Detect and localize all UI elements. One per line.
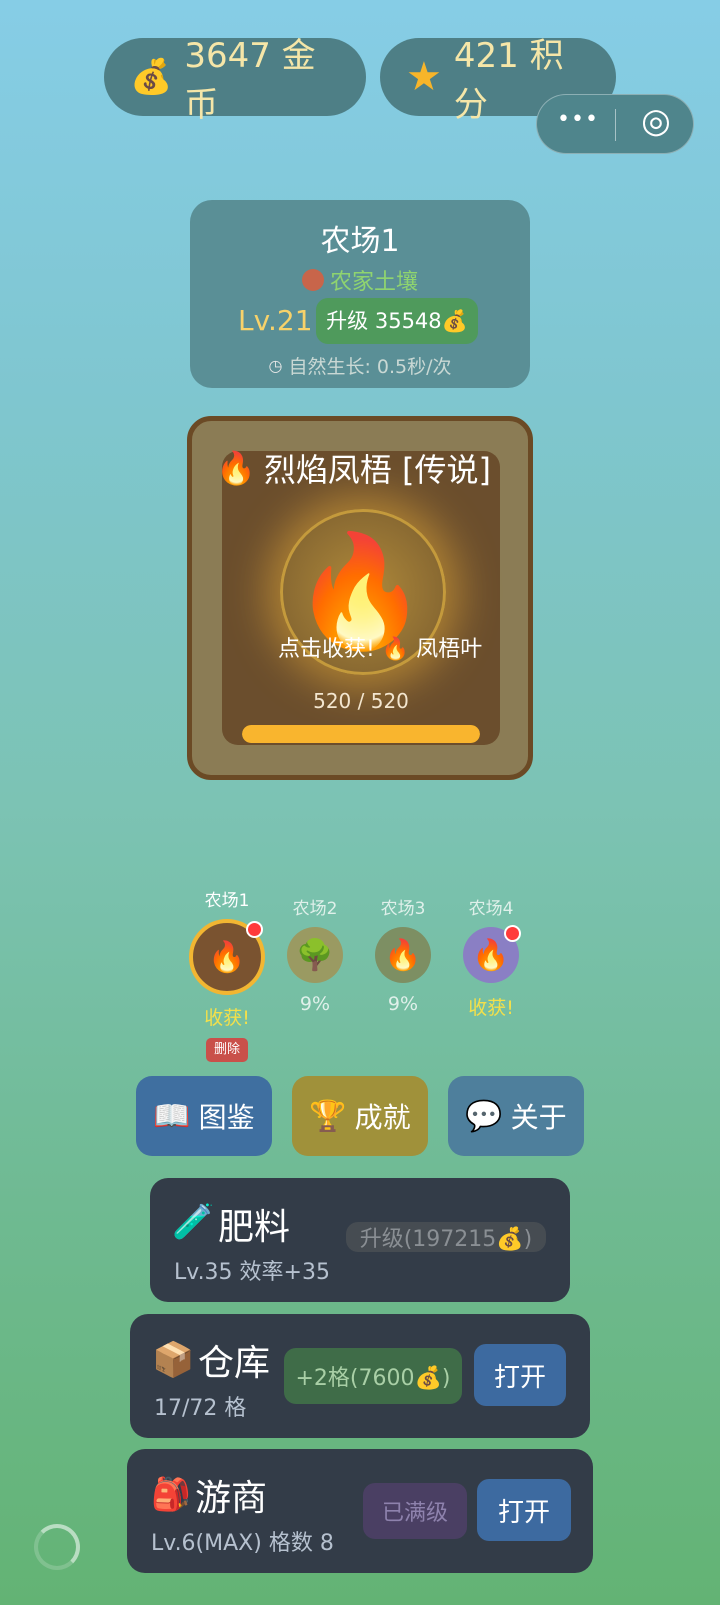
fertilizer-upgrade-button[interactable]: 升级(197215💰) (346, 1222, 546, 1252)
farm-slot-label: 农场2 (292, 899, 338, 919)
encyclopedia-button[interactable]: 📖 图鉴 (136, 1076, 272, 1156)
plant-inner-panel: 🔥 520 / 520 (222, 451, 500, 745)
harvest-text[interactable]: 点击收获! 🔥 凤梧叶 (278, 631, 508, 663)
farm-slot-status: 9% (387, 993, 419, 1015)
star-icon: ★ (406, 54, 442, 100)
farm-slot-status: 9% (299, 993, 331, 1015)
tree-icon: 🌳 (296, 937, 334, 973)
box-icon: 📦 (152, 1340, 195, 1380)
achievements-label: 成就 (354, 1101, 411, 1134)
about-button[interactable]: 💬 关于 (448, 1076, 584, 1156)
fire-icon: 🔥 (384, 937, 422, 973)
soil-name: 农家土壤 (329, 270, 418, 295)
farm-level: Lv.21 (238, 304, 313, 337)
plant-fire-icon: 🔥 (216, 449, 256, 487)
clock-icon: ◷ (268, 356, 283, 375)
fire-icon: 🔥 (472, 937, 510, 973)
farm-slot-label: 农场4 (468, 899, 514, 919)
miniprogram-capsule: ••• ◎ (536, 94, 694, 154)
farm-slot-1[interactable]: 农场1 🔥 收获! 删除 (182, 886, 272, 1062)
capsule-divider (615, 109, 616, 141)
farm-slot-4[interactable]: 农场4 🔥 收获! (446, 894, 536, 1020)
backpack-icon: 🎒 (151, 1475, 191, 1513)
plant-card[interactable]: 🔥 520 / 520 🔥 烈焰凤梧 [传说] 点击收获! 🔥 凤梧叶 (187, 416, 533, 780)
merchant-panel: 🎒 游商 Lv.6(MAX) 格数 8 已满级 打开 (127, 1449, 593, 1573)
farm-slot-icon: 🔥 (375, 927, 431, 983)
farm-slot-3[interactable]: 农场3 🔥 9% (358, 894, 448, 1015)
coins-pill: 💰 3647 金币 (104, 36, 366, 125)
soil-icon (301, 269, 324, 291)
fire-icon: 🔥 (208, 939, 246, 975)
test-tube-icon: 🧪 (172, 1202, 215, 1242)
farm-slot-icon: 🔥 (463, 925, 521, 983)
encyclopedia-label: 图鉴 (198, 1101, 255, 1134)
farm-slot-label: 农场1 (204, 891, 250, 911)
farm-slot-status: 收获! (468, 997, 514, 1019)
close-icon[interactable]: ◎ (629, 101, 683, 141)
farm-upgrade-button[interactable]: 升级 35548💰 (316, 298, 478, 344)
about-label: 关于 (510, 1101, 567, 1134)
loading-spinner-icon (34, 1524, 80, 1570)
fertilizer-stats: Lv.35 效率+35 (174, 1260, 330, 1285)
warehouse-title: 仓库 (198, 1343, 271, 1384)
coins-value: 3647 金币 (184, 36, 316, 125)
farm-slot-label: 农场3 (380, 899, 426, 919)
farm-info-card: 农场1 农家土壤 Lv.21 升级 35548💰 ◷ 自然生长: 0.5秒/次 (190, 200, 530, 388)
growth-row: ◷ 自然生长: 0.5秒/次 (190, 352, 530, 379)
merchant-stats: Lv.6(MAX) 格数 8 (151, 1531, 334, 1556)
notification-dot (246, 921, 263, 938)
trophy-icon: 🏆 (309, 1098, 347, 1134)
growth-rate: 自然生长: 0.5秒/次 (288, 356, 452, 378)
soil-row: 农家土壤 (190, 264, 530, 296)
progress-bar (242, 725, 480, 743)
notification-dot (504, 925, 521, 942)
merchant-title: 游商 (195, 1478, 268, 1519)
progress-text: 520 / 520 (313, 689, 409, 713)
more-icon[interactable]: ••• (553, 107, 603, 132)
farm-slot-icon: 🌳 (287, 927, 343, 983)
merchant-open-button[interactable]: 打开 (477, 1479, 571, 1541)
progress-fill (242, 725, 480, 743)
fertilizer-panel: 🧪 肥料 Lv.35 效率+35 升级(197215💰) (150, 1178, 570, 1302)
warehouse-panel: 📦 仓库 17/72 格 +2格(7600💰) 打开 (130, 1314, 590, 1438)
farm-title: 农场1 (320, 224, 400, 259)
fertilizer-title: 肥料 (218, 1207, 291, 1248)
plant-name: 烈焰凤梧 [传说] (263, 451, 491, 489)
warehouse-expand-button[interactable]: +2格(7600💰) (284, 1348, 462, 1404)
farm-slot-2[interactable]: 农场2 🌳 9% (270, 894, 360, 1015)
farm-slot-status: 收获! (204, 1007, 250, 1029)
farm-slot-icon: 🔥 (189, 919, 265, 995)
speech-bubble-icon: 💬 (465, 1098, 503, 1134)
warehouse-capacity: 17/72 格 (154, 1396, 247, 1421)
achievements-button[interactable]: 🏆 成就 (292, 1076, 428, 1156)
warehouse-open-button[interactable]: 打开 (474, 1344, 566, 1406)
merchant-maxed-badge: 已满级 (363, 1483, 467, 1539)
plant-name-row: 🔥 烈焰凤梧 [传说] (216, 445, 491, 491)
delete-button[interactable]: 删除 (206, 1038, 248, 1062)
book-icon: 📖 (153, 1098, 191, 1134)
money-bag-icon: 💰 (130, 57, 173, 97)
